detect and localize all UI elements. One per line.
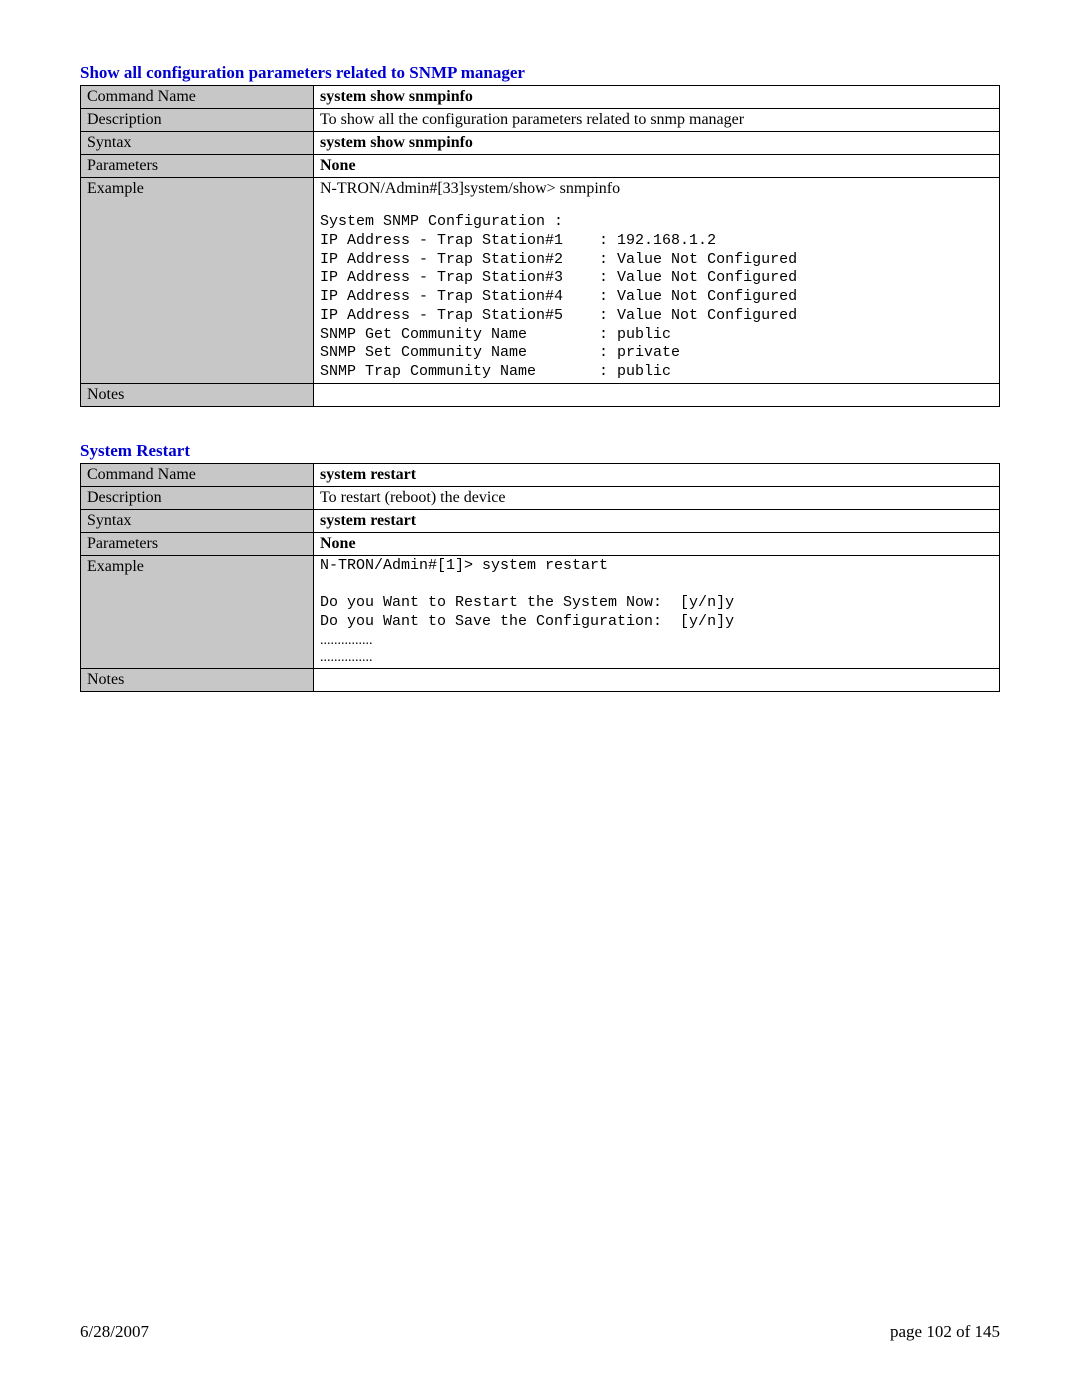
footer-page: page 102 of 145 — [890, 1322, 1000, 1342]
cell-label: Syntax — [81, 509, 314, 532]
spacer — [320, 199, 993, 213]
cell-example: N-TRON/Admin#[1]> system restart Do you … — [314, 555, 1000, 668]
page: Show all configuration parameters relate… — [0, 0, 1080, 1397]
example-mono: N-TRON/Admin#[1]> system restart Do you … — [320, 557, 993, 632]
cell-label: Command Name — [81, 86, 314, 109]
cell-label: Syntax — [81, 132, 314, 155]
example-dots: ............... — [320, 632, 993, 650]
example-intro: N-TRON/Admin#[33]system/show> snmpinfo — [320, 179, 993, 199]
cell-value — [314, 383, 1000, 406]
cell-value: None — [314, 155, 1000, 178]
section-title-restart: System Restart — [80, 441, 1000, 461]
cell-value: system show snmpinfo — [314, 86, 1000, 109]
cell-label: Command Name — [81, 463, 314, 486]
cell-label: Example — [81, 555, 314, 668]
cell-value: To restart (reboot) the device — [314, 486, 1000, 509]
cell-value: To show all the configuration parameters… — [314, 109, 1000, 132]
spacer — [80, 407, 1000, 433]
cell-label: Description — [81, 486, 314, 509]
cell-label: Description — [81, 109, 314, 132]
cell-label: Parameters — [81, 155, 314, 178]
cell-label: Example — [81, 178, 314, 384]
cell-value — [314, 668, 1000, 691]
footer: 6/28/2007 page 102 of 145 — [80, 1322, 1000, 1342]
cell-value: None — [314, 532, 1000, 555]
footer-date: 6/28/2007 — [80, 1322, 149, 1342]
table-snmp: Command Name system show snmpinfo Descri… — [80, 85, 1000, 407]
cell-value: system restart — [314, 463, 1000, 486]
cell-value: system restart — [314, 509, 1000, 532]
example-mono: System SNMP Configuration : IP Address -… — [320, 213, 993, 382]
table-restart: Command Name system restart Description … — [80, 463, 1000, 692]
cell-label: Parameters — [81, 532, 314, 555]
cell-label: Notes — [81, 383, 314, 406]
cell-value: system show snmpinfo — [314, 132, 1000, 155]
example-dots: ............... — [320, 649, 993, 667]
section-title-snmp: Show all configuration parameters relate… — [80, 63, 1000, 83]
cell-label: Notes — [81, 668, 314, 691]
cell-example: N-TRON/Admin#[33]system/show> snmpinfo S… — [314, 178, 1000, 384]
